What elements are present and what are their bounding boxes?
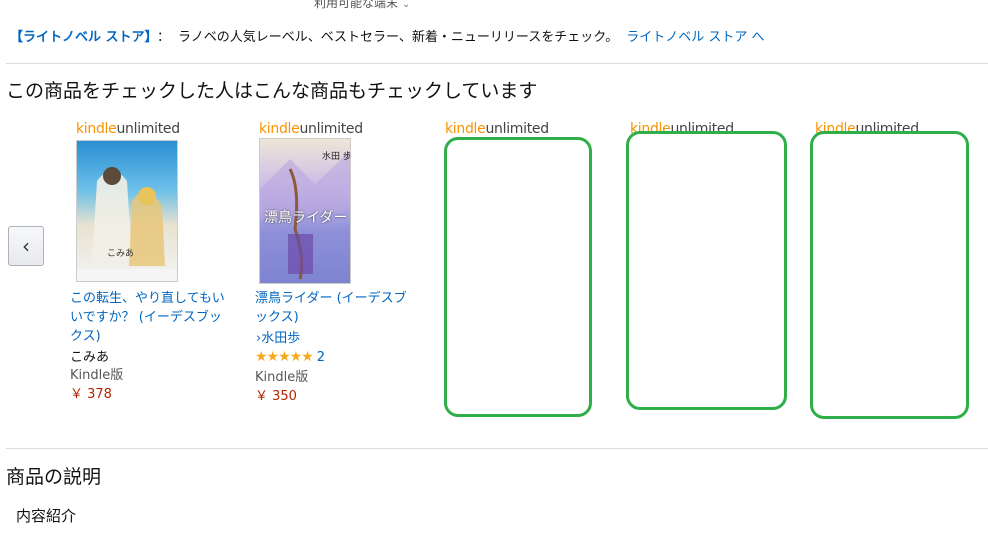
cover-author: 水田 歩 xyxy=(322,152,351,162)
book-price: ￥ 378 xyxy=(70,387,112,402)
book-cover[interactable]: こみあ xyxy=(76,140,178,282)
product-description-subtitle: 内容紹介 xyxy=(16,507,77,525)
cover-author: こみあ xyxy=(107,249,135,259)
promo-banner: 【ライトノベル ストア】 ： ラノベの人気レーベル、ベストセラー、新着・ニューリリー… xyxy=(10,26,765,45)
book-price: ￥ 350 xyxy=(255,389,297,404)
kindle-unlimited-logo: kindleunlimited xyxy=(76,121,180,137)
redacted-item-placeholder xyxy=(626,131,787,410)
promo-description: ラノベの人気レーベル、ベストセラー、新着・ニューリリースをチェック。 xyxy=(178,30,619,45)
promo-colon: ： xyxy=(157,30,171,45)
store-name[interactable]: 【ライトノベル ストア】 xyxy=(10,30,151,45)
kindle-unlimited-logo: kindleunlimited xyxy=(259,121,363,137)
redacted-item-placeholder xyxy=(444,137,592,417)
book-format: Kindle版 xyxy=(70,368,124,383)
kindle-unlimited-logo: kindleunlimited xyxy=(445,121,549,137)
book-author: こみあ xyxy=(70,350,110,365)
device-link[interactable]: 利用可能な端末 ⌄ xyxy=(314,0,410,11)
cover-illustration xyxy=(77,167,177,281)
divider xyxy=(6,63,988,64)
redacted-item-placeholder xyxy=(810,131,969,419)
carousel-prev-button[interactable]: ‹ xyxy=(8,226,44,266)
book-format: Kindle版 xyxy=(255,370,309,385)
chevron-down-icon: ⌄ xyxy=(402,0,411,10)
book-title-link[interactable]: 漂鳥ライダー (イーデスブ ックス) xyxy=(255,289,425,327)
review-count[interactable]: 2 xyxy=(317,350,325,365)
section-title: この商品をチェックした人はこんな商品もチェックしています xyxy=(6,80,538,102)
book-rating[interactable]: ★★★★★ 2 xyxy=(255,346,325,365)
product-description-title: 商品の説明 xyxy=(6,466,102,488)
book-author-link[interactable]: ›水田歩 xyxy=(256,327,300,346)
divider xyxy=(6,448,988,449)
book-title-link[interactable]: この転生、やり直してもい いですか？ (イーデスブッ クス) xyxy=(70,289,240,346)
cover-title: 漂鳥ライダー xyxy=(264,210,348,226)
book-cover[interactable]: 水田 歩 漂鳥ライダー xyxy=(259,138,351,284)
chevron-left-icon: ‹ xyxy=(22,234,30,258)
star-rating-icon: ★★★★★ xyxy=(255,349,314,365)
device-link-label: 利用可能な端末 xyxy=(314,0,399,10)
store-link[interactable]: ライトノベル ストア へ xyxy=(626,30,764,45)
